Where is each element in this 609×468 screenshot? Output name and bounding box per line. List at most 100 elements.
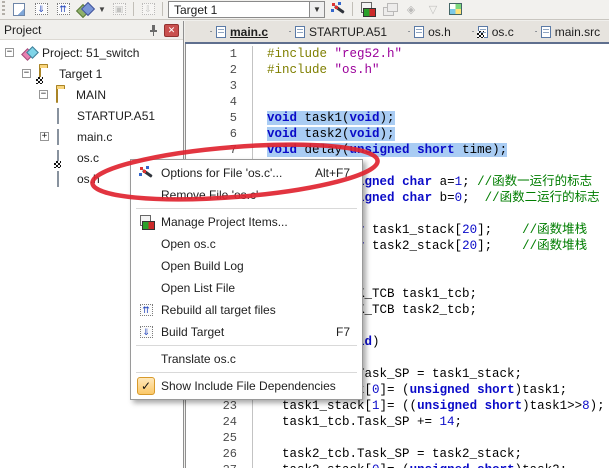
code-text[interactable]: #include "os.h": [253, 62, 380, 78]
tab-main-src[interactable]: main.src: [521, 21, 609, 42]
line-number: 5: [186, 110, 253, 126]
menu-item-label: Show Include File Dependencies: [161, 379, 336, 393]
code-text[interactable]: [253, 94, 267, 110]
code-line: 7 void delay(unsigned short time);: [186, 142, 609, 158]
menu-item-label: Build Target: [161, 325, 225, 339]
target-selector[interactable]: Target 1 ▼: [168, 1, 325, 18]
pin-icon[interactable]: [146, 23, 160, 37]
analysis-icon: ◈: [406, 3, 416, 16]
tree-item-label[interactable]: Project: 51_switch: [42, 46, 139, 60]
stop-build-icon: ▣: [108, 0, 130, 19]
tree-item-label[interactable]: Target 1: [59, 67, 102, 81]
menu-item-show-include-file-dependencies[interactable]: ✓ Show Include File Dependencies: [131, 375, 362, 397]
options-modified-icon: [476, 30, 484, 38]
checkmark-icon: ✓: [131, 377, 161, 395]
rebuild-icon: ⇈: [131, 304, 161, 316]
tree-expander-icon[interactable]: +: [40, 132, 49, 141]
tab-os-h[interactable]: os.h: [394, 21, 463, 42]
menu-item-options-for-file-os-c-[interactable]: Options for File 'os.c'... Alt+F7: [131, 162, 362, 184]
chevron-down-icon[interactable]: ▼: [310, 1, 325, 18]
options-for-target-icon[interactable]: [327, 0, 349, 19]
menu-item-open-os-c[interactable]: Open os.c: [131, 233, 362, 255]
toolbar-separator: [162, 2, 163, 16]
tab-label[interactable]: main.c: [230, 25, 268, 39]
manage-items-icon: [131, 215, 161, 230]
translate-file-icon[interactable]: [8, 0, 30, 19]
menu-item-open-build-log[interactable]: Open Build Log: [131, 255, 362, 277]
code-line: 1 #include "reg52.h": [186, 46, 609, 62]
tab-startup-a51[interactable]: STARTUP.A51: [275, 21, 399, 42]
line-number: 3: [186, 78, 253, 94]
target-selector-value[interactable]: Target 1: [168, 1, 310, 18]
file-icon: [476, 25, 488, 38]
tab-main-c[interactable]: main.c: [196, 21, 280, 42]
code-text[interactable]: [253, 430, 267, 446]
tab-background: [288, 31, 292, 32]
menu-separator: [136, 372, 357, 373]
code-line: 24 task1_tcb.Task_SP += 14;: [186, 414, 609, 430]
tree-item-project-51-switch[interactable]: − Project: 51_switch: [0, 43, 183, 64]
tab-label[interactable]: os.h: [428, 25, 451, 39]
tree-item-target-1[interactable]: − Target 1: [0, 64, 183, 85]
code-text[interactable]: void task1(void);: [253, 110, 395, 126]
code-text[interactable]: void task2(void);: [253, 126, 395, 142]
tab-label[interactable]: main.src: [555, 25, 600, 39]
code-text[interactable]: task2_tcb.Task_SP = task2_stack;: [253, 446, 522, 462]
code-text[interactable]: task1_tcb.Task_SP += 14;: [253, 414, 462, 430]
window-copy-icon: [378, 0, 400, 19]
filter-icon: ▽: [428, 3, 438, 16]
code-text[interactable]: task1_stack[1]= ((unsigned short)task1>>…: [253, 398, 605, 414]
line-number: 26: [186, 446, 253, 462]
line-number: 24: [186, 414, 253, 430]
tree-item-label[interactable]: os.c: [77, 151, 99, 165]
file-icon: [54, 150, 74, 168]
menu-item-translate-os-c[interactable]: Translate os.c: [131, 348, 362, 370]
tree-expander-icon[interactable]: −: [39, 90, 48, 99]
close-icon[interactable]: ✕: [164, 23, 179, 37]
line-number: 6: [186, 126, 253, 142]
tree-item-label[interactable]: MAIN: [76, 88, 106, 102]
project-panel-title: Project: [4, 23, 42, 37]
toolbar-separator: [133, 2, 134, 16]
tree-item-label[interactable]: STARTUP.A51: [77, 109, 155, 123]
code-line: 3: [186, 78, 609, 94]
build-icon[interactable]: ⇓: [30, 0, 52, 19]
manage-project-items-icon[interactable]: [356, 0, 378, 19]
toolbar-separator: [352, 2, 353, 16]
tree-expander-icon[interactable]: −: [5, 48, 14, 57]
project-panel-header: Project ✕: [0, 21, 183, 40]
tab-label[interactable]: STARTUP.A51: [309, 25, 387, 39]
menu-item-manage-project-items-[interactable]: Manage Project Items...: [131, 211, 362, 233]
rebuild-all-icon[interactable]: ⇈: [52, 0, 74, 19]
menu-item-label: Open os.c: [161, 237, 216, 251]
file-icon: [57, 129, 74, 145]
code-line: 6 void task2(void);: [186, 126, 609, 142]
code-text[interactable]: #include "reg52.h": [253, 46, 402, 62]
code-text[interactable]: task2_stack[0]= (unsigned short)task2;: [253, 462, 567, 468]
menu-item-label: Open List File: [161, 281, 236, 295]
menu-item-rebuild-all-target-files[interactable]: ⇈ Rebuild all target files: [131, 299, 362, 321]
tab-os-c[interactable]: os.c: [458, 21, 526, 42]
function-editor-icon[interactable]: [444, 0, 466, 19]
batch-build-icon[interactable]: [74, 0, 96, 19]
menu-separator: [136, 208, 357, 209]
menu-item-open-list-file[interactable]: Open List File: [131, 277, 362, 299]
tab-label[interactable]: os.c: [492, 25, 514, 39]
tree-item-main-c[interactable]: + main.c: [0, 127, 183, 148]
code-line: 25: [186, 430, 609, 446]
code-text[interactable]: void delay(unsigned short time);: [253, 142, 508, 158]
code-text[interactable]: [253, 78, 267, 94]
tree-item-label[interactable]: main.c: [77, 130, 112, 144]
tab-background: [534, 31, 537, 32]
folder-icon: [36, 66, 56, 84]
batch-build-dropdown-icon[interactable]: ▼: [96, 0, 108, 19]
tree-item-label[interactable]: os.h: [77, 172, 100, 186]
tree-item-startup-a51[interactable]: STARTUP.A51: [0, 106, 183, 127]
toolbar: ⇓ ⇈ ▼ ▣ ⇩ Target 1 ▼ ◈ ▽: [0, 0, 609, 20]
toolbar-grip[interactable]: [2, 1, 5, 17]
tree-item-main[interactable]: − MAIN: [0, 85, 183, 106]
menu-item-build-target[interactable]: ⇓ Build Target F7: [131, 321, 362, 343]
menu-item-remove-file-os-c-[interactable]: Remove File 'os.c': [131, 184, 362, 206]
tree-expander-icon[interactable]: −: [22, 69, 31, 78]
menu-item-label: Open Build Log: [161, 259, 244, 273]
